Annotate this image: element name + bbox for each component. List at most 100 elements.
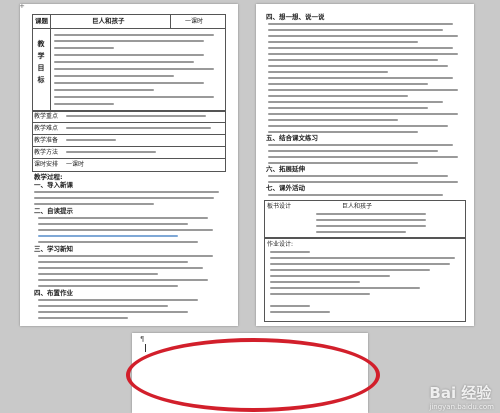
text-line xyxy=(54,75,174,77)
paragraph-mark: ¶ xyxy=(140,335,145,343)
text-line xyxy=(54,54,204,56)
text-line xyxy=(268,29,443,31)
text-line xyxy=(38,261,188,263)
info-row-label: 教学方法 xyxy=(34,149,59,156)
text-line xyxy=(268,83,428,85)
text-line xyxy=(54,103,114,105)
text-line xyxy=(38,311,188,313)
topic-label: 课题 xyxy=(35,17,48,25)
text-line xyxy=(34,203,154,205)
text-line xyxy=(38,299,198,301)
text-line xyxy=(268,23,453,25)
section-heading: 教学过程: xyxy=(34,173,63,181)
text-line xyxy=(268,107,428,109)
period-value: 一课时 xyxy=(66,161,85,168)
text-line xyxy=(268,131,418,133)
text-line xyxy=(268,101,443,103)
watermark-url: jingyan.baidu.com xyxy=(429,403,494,411)
document-page-2[interactable]: 四、想一想、说一说 五、结合课文练习 六、拓展延伸 七、课外活动 板书设计 巨人… xyxy=(256,4,474,326)
text-line xyxy=(268,53,458,55)
text-line xyxy=(38,285,178,287)
table-border xyxy=(32,146,225,147)
text-line xyxy=(268,150,438,152)
text-line xyxy=(66,115,206,117)
section-heading: 四、想一想、说一说 xyxy=(266,13,325,21)
text-line xyxy=(268,181,458,183)
lesson-title: 巨人和孩子 xyxy=(92,17,125,25)
text-line xyxy=(54,61,194,63)
text-line xyxy=(268,125,448,127)
text-line xyxy=(268,65,448,67)
text-line xyxy=(268,162,418,164)
table-border xyxy=(32,122,225,123)
text-line xyxy=(270,251,310,253)
document-page-1[interactable]: + 课题 巨人和孩子 一课时 教学目标 教学重点 教学难点 教学准备 教学方法 … xyxy=(20,4,238,326)
text-line xyxy=(270,311,330,313)
text-line xyxy=(270,287,420,289)
text-line xyxy=(38,317,128,319)
text-line xyxy=(268,59,438,61)
watermark-logo: Bai 经验 jingyan.baidu.com xyxy=(429,382,494,411)
text-line xyxy=(268,175,448,177)
text-line xyxy=(38,279,208,281)
table-border xyxy=(32,134,225,135)
text-line xyxy=(34,197,214,199)
text-line xyxy=(268,35,458,37)
text-line xyxy=(38,235,178,237)
text-line xyxy=(268,156,458,158)
text-line xyxy=(268,77,453,79)
text-line xyxy=(268,71,388,73)
info-row-label: 课时安排 xyxy=(34,161,59,168)
section-heading: 六、拓展延伸 xyxy=(266,165,305,173)
text-line xyxy=(268,47,453,49)
text-line xyxy=(38,229,213,231)
table-column-divider xyxy=(170,14,171,29)
text-line xyxy=(54,82,204,84)
text-line xyxy=(268,119,398,121)
info-row-label: 教学准备 xyxy=(34,137,59,144)
text-line xyxy=(66,127,211,129)
text-line xyxy=(54,40,204,42)
text-line xyxy=(268,194,443,196)
info-row-label: 教学难点 xyxy=(34,125,59,132)
text-line xyxy=(38,305,168,307)
text-line xyxy=(38,273,158,275)
text-line xyxy=(38,223,188,225)
text-line xyxy=(268,89,458,91)
homework-label: 作业设计: xyxy=(267,241,294,248)
text-line xyxy=(38,217,208,219)
lesson-period: 一课时 xyxy=(185,18,204,25)
text-cursor xyxy=(145,344,146,352)
text-line xyxy=(38,267,203,269)
text-line xyxy=(270,281,360,283)
text-line xyxy=(54,34,214,36)
text-line xyxy=(270,293,370,295)
text-line xyxy=(54,68,214,70)
step-heading: 二、自读提示 xyxy=(34,207,73,215)
text-line xyxy=(270,269,430,271)
table-row-divider xyxy=(32,28,225,29)
text-line xyxy=(270,263,450,265)
text-line xyxy=(268,113,458,115)
text-line xyxy=(316,213,426,215)
lesson-info-table xyxy=(32,110,226,172)
info-row-label: 教学重点 xyxy=(34,113,59,120)
step-heading: 一、导入新课 xyxy=(34,181,73,189)
text-line xyxy=(38,255,213,257)
section-heading: 七、课外活动 xyxy=(266,184,305,192)
section-heading: 五、结合课文练习 xyxy=(266,134,318,142)
text-line xyxy=(34,191,219,193)
step-heading: 三、学习新知 xyxy=(34,245,73,253)
board-design-label: 板书设计 xyxy=(267,203,292,210)
objectives-label: 教学目标 xyxy=(37,40,45,84)
text-line xyxy=(54,89,154,91)
page-corner-mark: + xyxy=(20,4,25,10)
board-center-title: 巨人和孩子 xyxy=(342,203,373,210)
table-border xyxy=(32,158,225,159)
text-line xyxy=(54,47,114,49)
highlight-ellipse xyxy=(126,338,380,412)
text-line xyxy=(268,41,418,43)
text-line xyxy=(268,144,453,146)
text-line xyxy=(270,275,390,277)
text-line xyxy=(270,305,310,307)
